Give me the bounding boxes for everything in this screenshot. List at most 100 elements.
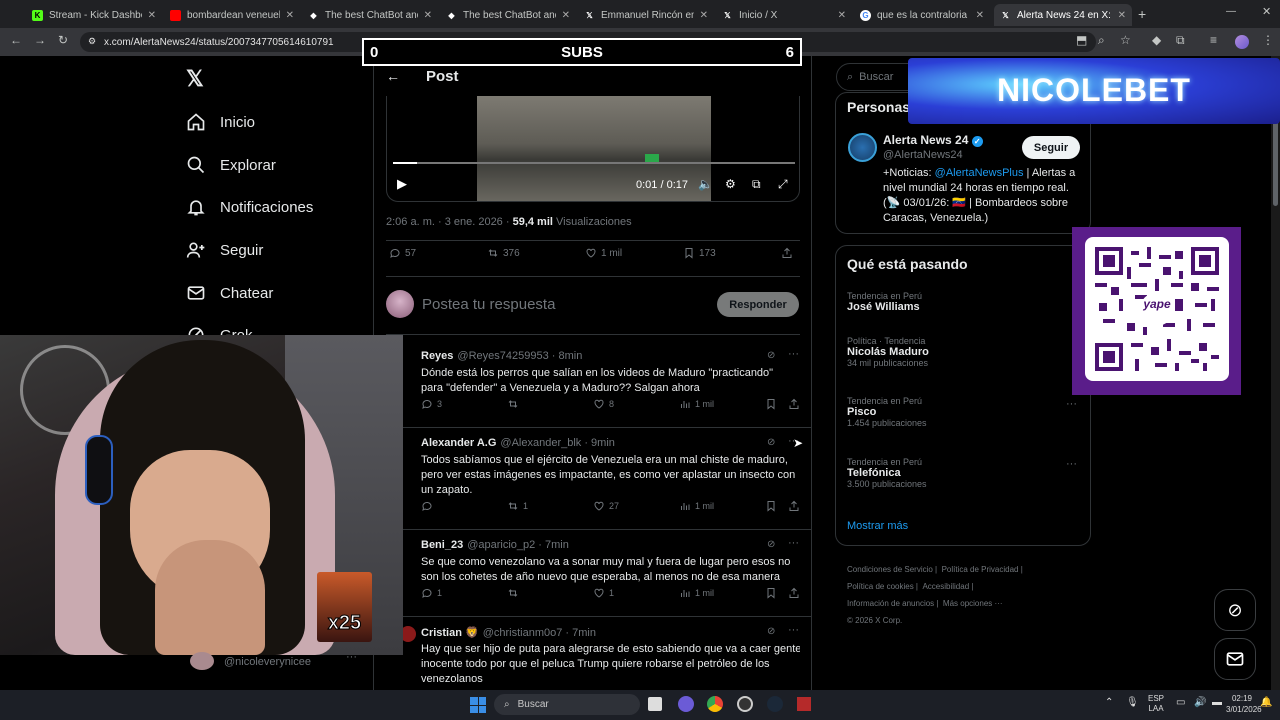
x-logo-icon[interactable]: 𝕏 xyxy=(186,66,204,92)
video-player[interactable]: ▶ 0:01 / 0:17 🔈 ⚙ ⧉ ⤢ xyxy=(386,96,800,202)
nav-seguir[interactable]: Seguir xyxy=(186,235,263,265)
tab-youtube[interactable]: bombardean veneuela - Y✕ xyxy=(164,4,300,26)
reply-button[interactable]: 1 xyxy=(421,587,442,599)
avatar[interactable] xyxy=(848,133,877,162)
trend-item[interactable]: Tendencia en Perú Pisco 1.454 publicacione… xyxy=(847,396,1077,428)
volume-icon[interactable]: 🔈 xyxy=(698,177,713,191)
puzzle-icon[interactable]: ⧉ xyxy=(1176,33,1185,48)
reply-submit-button[interactable]: Responder xyxy=(717,292,799,317)
bookmark-star-icon[interactable]: ☆ xyxy=(1120,33,1131,47)
more-icon[interactable]: ··· xyxy=(788,537,799,549)
views-button[interactable]: 1 mil xyxy=(679,398,714,410)
like-button[interactable]: 27 xyxy=(593,500,619,512)
views-button[interactable]: 1 mil xyxy=(679,500,714,512)
obs-icon[interactable] xyxy=(737,696,753,712)
like-button[interactable]: 8 xyxy=(593,398,614,410)
settings-icon[interactable]: ⚙ xyxy=(725,177,736,191)
back-arrow-icon[interactable]: ← xyxy=(386,68,400,84)
repost-button[interactable] xyxy=(507,587,523,599)
reply-item[interactable]: Cristian 🦁 @christianm0o7 · 7min ⊘ ··· Ha… xyxy=(400,622,800,690)
new-tab-button[interactable]: + xyxy=(1138,6,1146,22)
close-icon[interactable]: ✕ xyxy=(148,10,156,21)
tab-x-inicio[interactable]: 𝕏 Inicio / X ✕ xyxy=(716,4,852,26)
back-icon[interactable]: ← xyxy=(10,33,22,47)
windows-start-icon[interactable] xyxy=(470,697,486,713)
reload-icon[interactable]: ↻ xyxy=(58,33,68,47)
extension-icon[interactable]: ◆ xyxy=(1152,33,1161,47)
video-progress-track[interactable] xyxy=(393,162,795,164)
profile-name[interactable]: Alerta News 24 ✓ xyxy=(883,133,983,147)
account-handle[interactable]: @nicoleverynicee xyxy=(224,656,311,668)
tab-search-icon[interactable]: ≡ xyxy=(1210,33,1217,47)
tab-chatbot-2[interactable]: ◆The best ChatBot and Wi✕ xyxy=(440,4,576,26)
more-icon[interactable]: ··· xyxy=(1066,458,1077,470)
tab-x-emmanuel[interactable]: 𝕏Emmanuel Rincón en X: "✕ xyxy=(578,4,714,26)
nav-explorar[interactable]: Explorar xyxy=(186,150,276,180)
repost-button[interactable]: 1 xyxy=(507,500,528,512)
grok-icon[interactable]: ⊘ xyxy=(767,350,775,361)
reply-item[interactable]: Reyes @Reyes74259953 · 8min ⊘ ··· Dónde e… xyxy=(400,346,800,426)
file-explorer-icon[interactable] xyxy=(648,697,662,711)
nav-notificaciones[interactable]: Notificaciones xyxy=(186,192,313,222)
minimize-button[interactable]: — xyxy=(1226,6,1236,17)
profile-avatar[interactable] xyxy=(1235,35,1249,49)
play-icon[interactable]: ▶ xyxy=(397,176,407,192)
like-button[interactable]: 1 mil xyxy=(585,247,622,259)
bookmark-button[interactable] xyxy=(765,398,781,410)
close-icon[interactable]: ✕ xyxy=(286,10,294,21)
footer-link[interactable]: Política de cookies xyxy=(847,582,914,591)
more-icon[interactable]: ··· xyxy=(788,348,799,360)
forward-icon[interactable]: → xyxy=(34,33,46,47)
close-icon[interactable]: ✕ xyxy=(976,10,984,21)
more-icon[interactable]: ··· xyxy=(788,624,799,636)
site-info-icon[interactable]: ⚙ xyxy=(88,36,96,47)
trend-item[interactable]: Política · Tendencia Nicolás Maduro 34 mil… xyxy=(847,336,1077,368)
show-more-link[interactable]: Mostrar más xyxy=(847,520,908,532)
battery-icon[interactable]: ▬ xyxy=(1212,697,1222,708)
bio-link[interactable]: @AlertaNewsPlus xyxy=(935,167,1024,179)
close-window-button[interactable]: ✕ xyxy=(1262,5,1271,18)
discord-icon[interactable] xyxy=(678,696,694,712)
footer-link[interactable]: Más opciones ··· xyxy=(943,599,1003,608)
close-icon[interactable]: ✕ xyxy=(562,10,570,21)
grok-icon[interactable]: ⊘ xyxy=(767,539,775,550)
volume-icon[interactable]: 🔊 xyxy=(1194,697,1206,708)
trend-item[interactable]: Tendencia en Perú José Williams xyxy=(847,291,1077,313)
tab-kick[interactable]: KStream - Kick Dashboard✕ xyxy=(26,4,162,26)
reply-item[interactable]: Alexander A.G @Alexander_blk · 9min ⊘ ···… xyxy=(400,433,800,529)
reply-button[interactable]: 3 xyxy=(421,398,442,410)
zoom-icon[interactable]: ⌕ xyxy=(1098,33,1105,48)
share-button[interactable] xyxy=(788,500,804,512)
follow-button[interactable]: Seguir xyxy=(1022,136,1080,159)
footer-link[interactable]: Accesibilidad xyxy=(922,582,969,591)
close-icon[interactable]: ✕ xyxy=(700,10,708,21)
install-icon[interactable]: ⬒ xyxy=(1076,33,1087,47)
tray-chevron-icon[interactable]: ⌃ xyxy=(1105,697,1113,708)
microphone-icon[interactable]: 🎙 xyxy=(1126,697,1139,708)
share-button[interactable] xyxy=(788,398,804,410)
reply-button[interactable]: 57 xyxy=(389,247,416,259)
scrollbar-thumb[interactable] xyxy=(1273,116,1278,206)
more-icon[interactable]: ··· xyxy=(346,651,357,663)
clock[interactable]: 02:19 3/01/2026 xyxy=(1226,693,1262,715)
grok-float-button[interactable]: ⊘ xyxy=(1214,589,1256,631)
footer-link[interactable]: Información de anuncios xyxy=(847,599,934,608)
tab-chatbot-1[interactable]: ◆ The best ChatBot and ✕ xyxy=(302,4,438,26)
taskbar-search[interactable]: ⌕ Buscar xyxy=(494,694,640,715)
views-button[interactable]: 1 mil xyxy=(679,587,714,599)
steam-icon[interactable] xyxy=(767,696,783,712)
repost-button[interactable] xyxy=(507,398,523,410)
chrome-icon[interactable] xyxy=(707,696,723,712)
share-button[interactable] xyxy=(781,247,797,259)
avatar[interactable] xyxy=(190,652,214,670)
close-icon[interactable]: ✕ xyxy=(838,10,846,21)
footer-link[interactable]: Condiciones de Servicio xyxy=(847,565,933,574)
tab-google[interactable]: Gque es la contraloria - Bu✕ xyxy=(854,4,990,26)
fullscreen-icon[interactable]: ⤢ xyxy=(778,177,788,192)
trend-item[interactable]: Tendencia en Perú Telefónica 3.500 publica… xyxy=(847,457,1077,489)
like-button[interactable]: 1 xyxy=(593,587,614,599)
close-icon[interactable]: ✕ xyxy=(1118,10,1126,21)
share-button[interactable] xyxy=(788,587,804,599)
reply-item[interactable]: Beni_23 @aparicio_p2 · 7min ⊘ ··· Se que … xyxy=(400,535,800,615)
pip-icon[interactable]: ⧉ xyxy=(752,177,761,192)
